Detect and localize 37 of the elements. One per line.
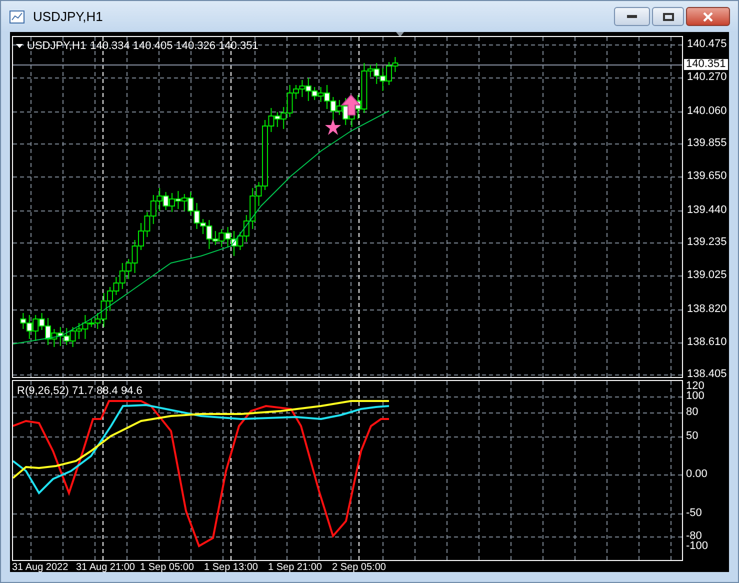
time-axis-label: 31 Aug 2022 [12,561,70,575]
chart-symbol: USDJPY,H1 [27,39,86,54]
price-axis-label: 139.650 [687,171,727,182]
time-axis-label: 1 Sep 05:00 [140,561,195,575]
indicator-axis-label: -80 [686,531,702,542]
price-axis-label: 138.610 [687,337,727,348]
price-axis-label: 140.270 [687,72,727,83]
price-axis-label: 139.855 [687,138,727,149]
close-icon [702,12,714,22]
indicator-axis-label: 100 [686,391,704,402]
indicator-axis-label: 0.00 [686,469,708,480]
window-title: USDJPY,H1 [33,8,103,26]
star-icon [325,119,341,135]
indicator-label: R(9,26,52) 71.7 88.4 94.6 [17,384,142,399]
indicator-axis-label: 80 [686,407,698,418]
price-axis-label: 139.025 [687,270,727,281]
indicator-axis-label: -50 [686,508,702,519]
up-arrow-icon [340,94,362,116]
time-axis-label: 2 Sep 05:00 [332,561,387,575]
chart-window-icon [9,8,25,24]
price-axis-label: 138.820 [687,304,727,315]
maximize-button[interactable] [652,7,684,26]
indicator-axis-label: -100 [686,541,708,552]
dropdown-triangle-icon[interactable] [16,44,23,48]
time-axis-label: 1 Sep 21:00 [268,561,323,575]
price-axis-label: 138.405 [687,369,727,380]
minimize-button[interactable] [614,7,650,26]
price-axis-label: 139.235 [687,237,727,248]
time-axis-label: 31 Aug 21:00 [76,561,136,575]
indicator-axis-label: 120 [686,381,704,392]
indicator-axis-label: 50 [686,431,698,442]
price-axis-label: 139.440 [687,205,727,216]
time-axis-label: 1 Sep 13:00 [204,561,259,575]
current-price-label: 140.351 [684,59,728,70]
price-axis-label: 140.060 [687,106,727,117]
price-axis-label: 140.475 [687,39,727,50]
close-button[interactable] [686,7,730,26]
